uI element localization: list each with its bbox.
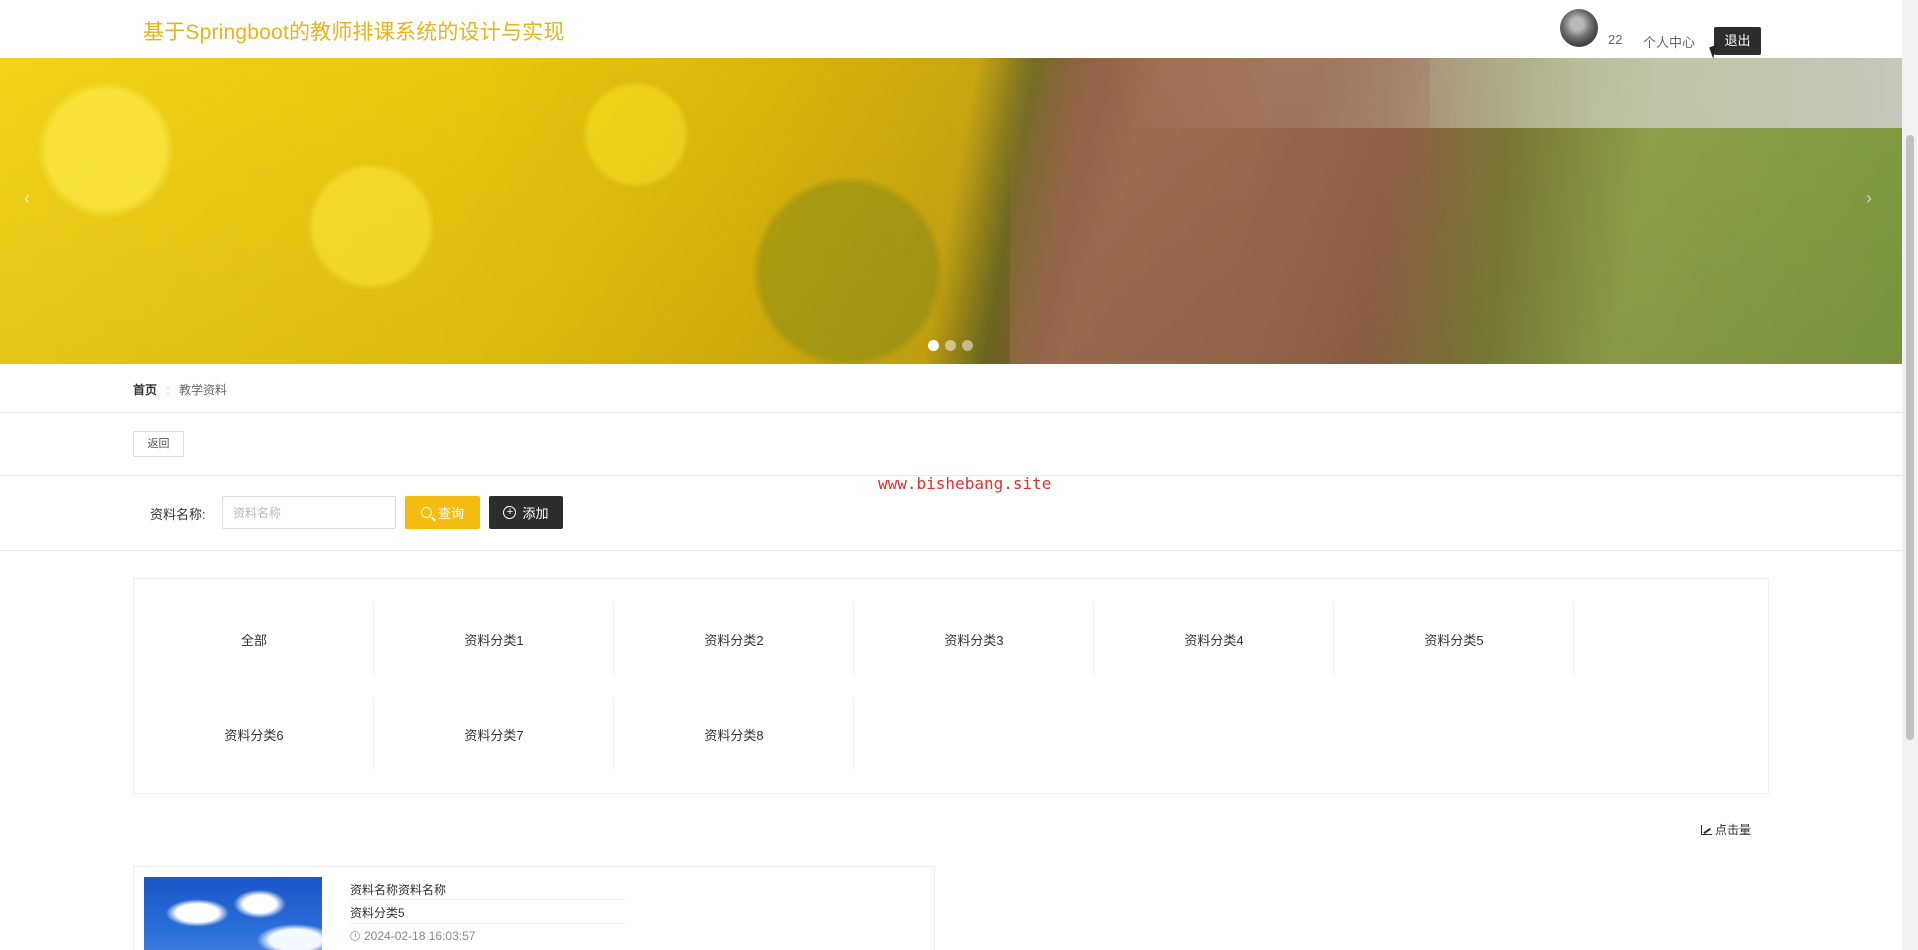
- back-button[interactable]: 返回: [133, 431, 184, 457]
- category-item[interactable]: 资料分类1: [374, 603, 614, 675]
- breadcrumb-home[interactable]: 首页: [133, 383, 157, 397]
- carousel-dots: [928, 340, 973, 351]
- add-button[interactable]: + 添加: [489, 496, 563, 529]
- chart-icon: [1701, 824, 1712, 835]
- logout-button[interactable]: 退出: [1714, 27, 1761, 55]
- category-item[interactable]: 资料分类7: [374, 698, 614, 770]
- query-button-label: 查询: [437, 506, 464, 521]
- category-item[interactable]: 资料分类8: [614, 698, 854, 770]
- sort-label: 点击量: [1715, 823, 1752, 837]
- carousel-dot[interactable]: [945, 340, 956, 351]
- category-item[interactable]: 资料分类5: [1334, 603, 1574, 675]
- search-label: 资料名称:: [150, 507, 206, 522]
- carousel-next-icon[interactable]: ›: [1866, 188, 1872, 209]
- item-category: 资料分类5: [350, 906, 405, 920]
- search-icon: [420, 507, 432, 518]
- sort-by-clicks[interactable]: 点击量: [1701, 821, 1751, 838]
- search-input[interactable]: [222, 496, 396, 529]
- site-title[interactable]: 基于Springboot的教师排课系统的设计与实现: [143, 16, 565, 46]
- category-item[interactable]: 资料分类3: [854, 603, 1094, 675]
- breadcrumb: 首页 : 教学资料: [133, 381, 227, 398]
- divider: [0, 550, 1902, 551]
- category-item[interactable]: 资料分类6: [134, 698, 374, 770]
- category-item[interactable]: 资料分类2: [614, 603, 854, 675]
- category-item[interactable]: 资料分类4: [1094, 603, 1334, 675]
- item-time-text: 2024-02-18 16:03:57: [364, 929, 476, 943]
- watermark: www.bishebang.site: [878, 474, 1052, 493]
- clock-icon: [350, 931, 360, 941]
- top-header: 基于Springboot的教师排课系统的设计与实现 22 个人中心 退出: [0, 0, 1902, 58]
- breadcrumb-separator: :: [166, 383, 170, 397]
- banner-carousel[interactable]: ‹ ›: [0, 58, 1902, 364]
- add-button-label: 添加: [522, 506, 549, 521]
- breadcrumb-current: 教学资料: [179, 383, 228, 397]
- carousel-dot[interactable]: [928, 340, 939, 351]
- user-center-link[interactable]: 个人中心: [1643, 32, 1695, 51]
- carousel-prev-icon[interactable]: ‹: [24, 188, 30, 209]
- category-filter: 全部 资料分类1 资料分类2 资料分类3 资料分类4 资料分类5 资料分类6 资…: [133, 578, 1769, 794]
- query-button[interactable]: 查询: [405, 496, 480, 529]
- carousel-dot[interactable]: [962, 340, 973, 351]
- page-scrollbar[interactable]: [1902, 0, 1918, 950]
- plus-circle-icon: +: [503, 506, 517, 519]
- list-item[interactable]: 资料名称资料名称 资料分类5 2024-02-18 16:03:57: [133, 866, 935, 950]
- item-time: 2024-02-18 16:03:57: [350, 929, 475, 943]
- avatar[interactable]: [1560, 9, 1598, 47]
- category-all[interactable]: 全部: [134, 603, 374, 675]
- scrollbar-thumb[interactable]: [1906, 135, 1914, 740]
- item-thumbnail[interactable]: [144, 877, 322, 950]
- item-title[interactable]: 资料名称资料名称: [350, 881, 446, 898]
- username: 22: [1608, 32, 1623, 47]
- divider: [0, 412, 1902, 413]
